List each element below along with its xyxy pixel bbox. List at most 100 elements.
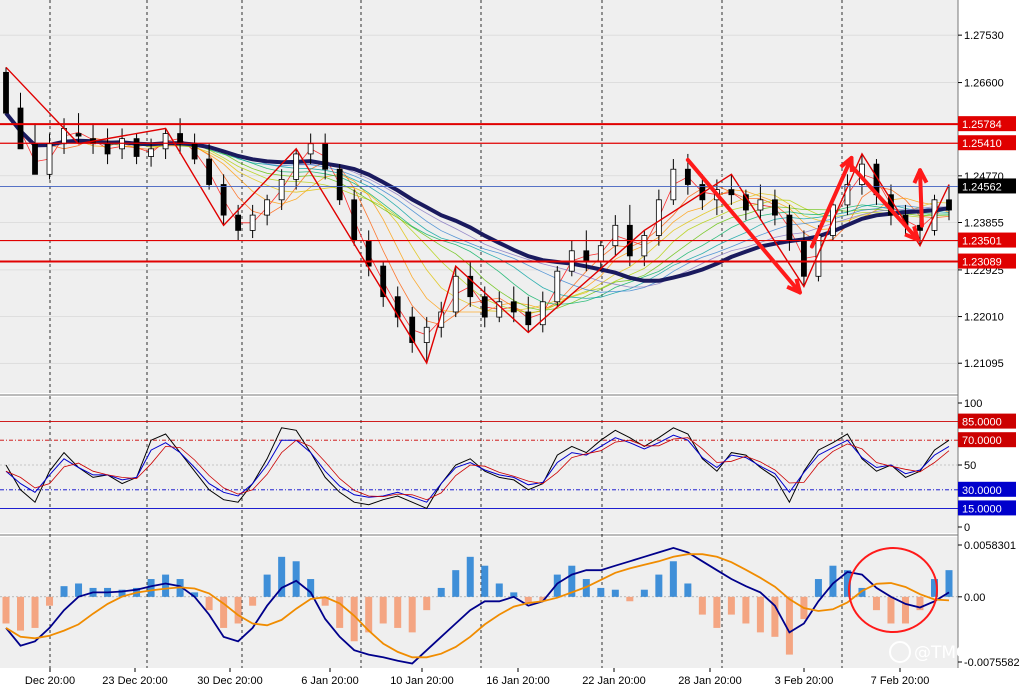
time-tick-label: 16 Jan 20:00	[486, 675, 550, 687]
candle-body	[104, 143, 111, 155]
time-tick-label: 22 Jan 20:00	[582, 675, 646, 687]
price-tick-label: 1.22010	[964, 312, 1004, 324]
macd-histogram-bar	[640, 589, 648, 597]
candle-body	[757, 199, 764, 211]
macd-histogram-bar	[452, 570, 460, 597]
stochastic-level-label: 30.0000	[958, 481, 1016, 497]
candle-body	[148, 148, 154, 157]
axis-label-text: 70.0000	[962, 435, 1002, 447]
macd-histogram-bar	[234, 596, 242, 624]
macd-histogram-bar	[394, 596, 402, 628]
axis-label-text: 1.24562	[962, 181, 1002, 193]
candle-body	[220, 184, 227, 216]
macd-histogram-bar	[872, 596, 880, 611]
candle-body	[191, 143, 198, 160]
macd-histogram-bar	[379, 596, 387, 624]
macd-histogram-bar	[423, 596, 431, 611]
macd-histogram-bar	[31, 596, 39, 628]
time-tick-label: 3 Feb 20:00	[775, 675, 834, 687]
price-tick-label: 1.21095	[964, 358, 1004, 370]
candle-body	[481, 296, 488, 318]
macd-histogram-bar	[2, 596, 10, 624]
price-level-label: 1.25410	[958, 135, 1016, 151]
candle-body	[249, 214, 256, 231]
candle-body	[801, 240, 807, 277]
price-level-label: 1.25784	[958, 116, 1016, 132]
macd-tick-label: 0.00	[964, 592, 985, 604]
candle-body	[597, 245, 604, 262]
price-tick-label: 1.26600	[964, 78, 1004, 90]
forex-chart: 1.275301.266001.247701.238551.229251.220…	[0, 0, 1024, 692]
price-panel-bg	[0, 0, 958, 393]
candle-body	[728, 189, 735, 196]
candle-body	[307, 143, 314, 155]
stochastic-level-label: 85.0000	[958, 413, 1016, 429]
macd-histogram-bar	[698, 596, 706, 615]
macd-histogram-bar	[611, 589, 619, 597]
macd-tick-label: 0.0058301	[964, 540, 1016, 552]
macd-histogram-bar	[17, 596, 25, 631]
stochastic-tick-label: 100	[964, 398, 982, 410]
macd-histogram-bar	[205, 596, 213, 611]
macd-histogram-bar	[597, 587, 605, 597]
time-tick-label: Dec 20:00	[25, 675, 75, 687]
stochastic-level-label: 15.0000	[958, 500, 1016, 516]
macd-histogram-bar	[655, 574, 663, 597]
macd-histogram-bar	[785, 596, 793, 655]
axis-label-text: 1.23501	[962, 236, 1002, 248]
candle-body	[583, 250, 590, 262]
price-axis-bg	[958, 0, 1024, 692]
macd-histogram-bar	[249, 596, 257, 606]
candle-body	[162, 133, 169, 150]
time-tick-label: 10 Jan 20:00	[390, 675, 454, 687]
macd-histogram-bar	[669, 561, 677, 597]
price-tick-label: 1.23855	[964, 218, 1004, 230]
candle	[554, 266, 561, 307]
macd-histogram-bar	[713, 596, 721, 628]
time-tick-label: 28 Jan 20:00	[678, 675, 742, 687]
candle-body	[32, 143, 38, 175]
price-level-label: 1.23501	[958, 232, 1016, 248]
macd-histogram-bar	[901, 596, 909, 624]
watermark-text: @TMGM	[914, 643, 984, 663]
arrow-shaft	[918, 168, 924, 228]
stochastic-tick-label: 0	[964, 522, 970, 534]
candle-body	[510, 301, 517, 313]
candle-body	[206, 158, 213, 185]
candle-body	[46, 143, 53, 175]
price-tick-label: 1.27530	[964, 30, 1004, 42]
axis-label-text: 15.0000	[962, 503, 1002, 515]
candle-body	[452, 275, 459, 313]
candle	[3, 67, 9, 114]
candle-body	[684, 168, 691, 185]
candle-body	[655, 199, 662, 236]
macd-histogram-bar	[756, 596, 764, 633]
candle	[336, 164, 343, 205]
macd-histogram-bar	[495, 583, 503, 597]
candle-body	[351, 199, 358, 242]
stochastic-level-label: 70.0000	[958, 432, 1016, 448]
macd-histogram-bar	[75, 583, 83, 597]
macd-histogram-bar	[46, 596, 54, 606]
axis-label-text: 1.25784	[962, 119, 1002, 131]
candle-body	[293, 153, 300, 180]
time-tick-label: 23 Dec 20:00	[102, 675, 167, 687]
macd-histogram-bar	[60, 586, 68, 597]
candle-body	[264, 199, 271, 216]
macd-histogram-bar	[147, 579, 155, 597]
macd-histogram-bar	[727, 596, 735, 615]
candle-body	[336, 168, 343, 201]
candle-body	[278, 179, 285, 201]
time-tick-label: 30 Dec 20:00	[197, 675, 262, 687]
candle-body	[772, 199, 778, 216]
candle-body	[423, 326, 430, 343]
candle-body	[612, 224, 619, 247]
candle-body	[3, 71, 9, 114]
time-tick-label: 7 Feb 20:00	[871, 675, 930, 687]
macd-histogram-bar	[887, 596, 895, 624]
candle-body	[786, 214, 793, 242]
candle-body	[641, 235, 648, 257]
macd-histogram-bar	[408, 596, 416, 633]
candle-body	[235, 214, 242, 231]
axis-label-text: 85.0000	[962, 417, 1002, 429]
